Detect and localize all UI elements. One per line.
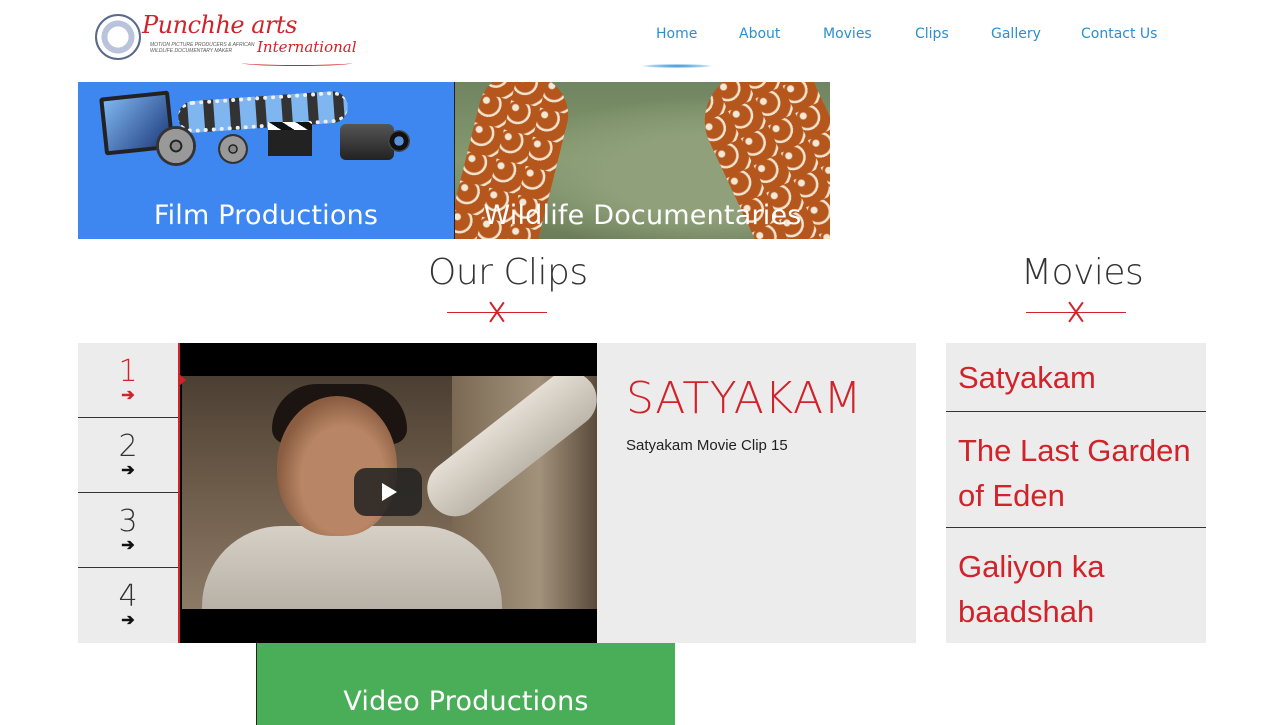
movies-heading: Movies (1021, 252, 1144, 293)
film-reel-icon (218, 134, 248, 164)
logo-tagline: MOTION PICTURE PRODUCERS & AFRICAN WILDL… (150, 42, 255, 54)
clip-tab-number: 1 (118, 354, 138, 389)
banner-title: Film Productions (153, 200, 379, 231)
camcorder-icon (340, 124, 410, 160)
video-player[interactable] (178, 343, 597, 643)
nav-movies[interactable]: Movies (823, 26, 872, 42)
arrow-right-icon: ➔ (121, 387, 135, 404)
heading-divider (1026, 301, 1126, 325)
heading-divider (447, 301, 547, 325)
clip-tab-3[interactable]: 3 ➔ (78, 493, 178, 568)
nav-active-indicator (642, 64, 712, 68)
clip-description: Satyakam Movie Clip 15 (626, 437, 788, 454)
cross-icon (489, 301, 505, 323)
movie-link-last-garden-of-eden[interactable]: The Last Garden of Eden (946, 412, 1206, 528)
film-reel-icon (156, 126, 196, 166)
movies-list: Satyakam The Last Garden of Eden Galiyon… (946, 343, 1206, 643)
active-tab-pointer (178, 373, 186, 387)
logo-international: International (257, 38, 357, 56)
logo-name: Punchhe arts (142, 11, 298, 39)
logo-seal-icon (95, 14, 141, 60)
site-logo[interactable]: Punchhe arts MOTION PICTURE PRODUCERS & … (92, 10, 367, 66)
site-header: Punchhe arts MOTION PICTURE PRODUCERS & … (0, 0, 1283, 82)
arrow-right-icon: ➔ (121, 612, 135, 629)
clip-tab-number: 3 (118, 504, 138, 539)
service-banners: Film Productions Video Productions Wildl… (78, 82, 1206, 725)
banner-film-productions[interactable]: Film Productions (78, 82, 454, 239)
movie-link-galiyon-ka-baadshah[interactable]: Galiyon ka baadshah (946, 528, 1206, 643)
cross-icon (1068, 301, 1084, 323)
play-button[interactable] (354, 468, 422, 516)
clip-tab-1[interactable]: 1 ➔ (78, 343, 178, 418)
clip-tab-number: 4 (118, 579, 138, 614)
clip-tabs: 1 ➔ 2 ➔ 3 ➔ 4 ➔ (78, 343, 178, 643)
nav-clips[interactable]: Clips (915, 26, 949, 42)
arrow-right-icon: ➔ (121, 462, 135, 479)
movie-link-satyakam[interactable]: Satyakam (946, 343, 1206, 412)
film-strip-icon (177, 90, 349, 134)
nav-home[interactable]: Home (656, 26, 697, 42)
our-clips-heading: Our Clips (428, 252, 588, 293)
banner-wildlife-documentaries[interactable]: Wildlife Documentaries (454, 82, 830, 239)
clapperboard-icon (268, 122, 312, 156)
banner-title: Wildlife Documentaries (483, 200, 802, 231)
arrow-right-icon: ➔ (121, 537, 135, 554)
banner-title: Video Productions (343, 686, 589, 717)
nav-gallery[interactable]: Gallery (991, 26, 1041, 42)
clip-info-panel: SATYAKAM Satyakam Movie Clip 15 (597, 343, 916, 643)
logo-swash (242, 60, 352, 66)
clip-tab-4[interactable]: 4 ➔ (78, 568, 178, 643)
clip-tab-number: 2 (118, 429, 138, 464)
nav-about[interactable]: About (739, 26, 780, 42)
clip-title: SATYAKAM (626, 373, 863, 424)
clip-tab-2[interactable]: 2 ➔ (78, 418, 178, 493)
nav-contact-us[interactable]: Contact Us (1081, 26, 1157, 42)
